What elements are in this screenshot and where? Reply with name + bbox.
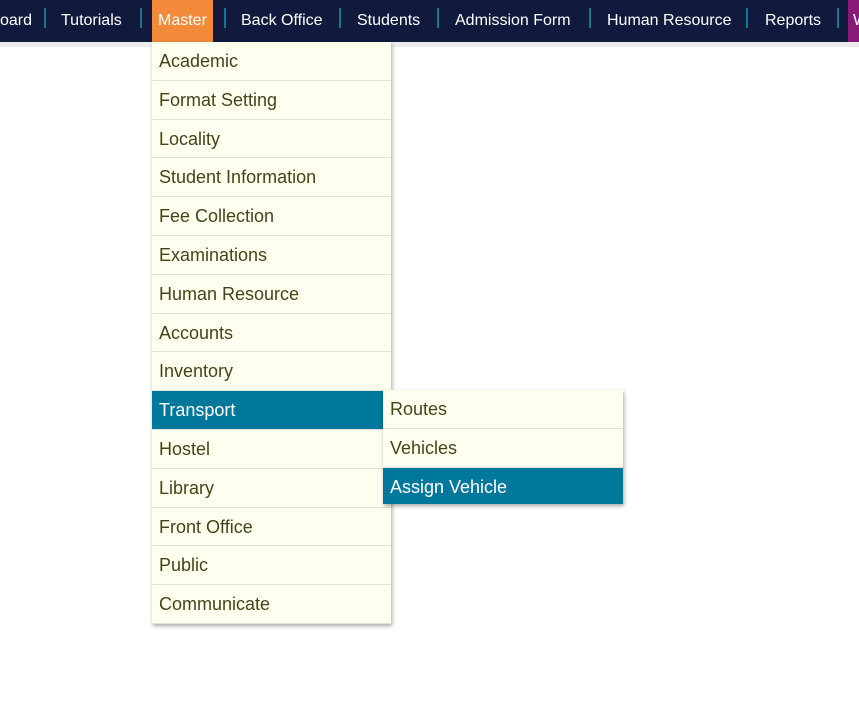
nav-separator — [339, 8, 341, 28]
menu-item-library[interactable]: Library — [152, 469, 391, 508]
nav-separator — [44, 8, 46, 28]
submenu-item-vehicles[interactable]: Vehicles — [383, 429, 623, 468]
menu-item-student-information[interactable]: Student Information — [152, 158, 391, 198]
menu-item-locality[interactable]: Locality — [152, 120, 391, 159]
nav-separator — [140, 8, 142, 28]
top-nav: oard Tutorials Master Back Office Studen… — [0, 0, 859, 42]
submenu-item-assign-vehicle[interactable]: Assign Vehicle — [383, 467, 623, 504]
menu-item-academic[interactable]: Academic — [152, 42, 391, 81]
nav-separator — [437, 8, 439, 28]
nav-admission-form[interactable]: Admission Form — [455, 0, 571, 42]
nav-back-office[interactable]: Back Office — [241, 0, 323, 42]
menu-item-accounts[interactable]: Accounts — [152, 314, 391, 353]
menu-item-fee-collection[interactable]: Fee Collection — [152, 197, 391, 236]
menu-item-inventory[interactable]: Inventory — [152, 352, 391, 392]
nav-overflow-item[interactable]: W — [848, 0, 859, 42]
menu-item-examinations[interactable]: Examinations — [152, 236, 391, 275]
menu-item-transport[interactable]: Transport — [152, 391, 391, 430]
menu-item-format-setting[interactable]: Format Setting — [152, 81, 391, 120]
menu-item-human-resource[interactable]: Human Resource — [152, 275, 391, 314]
nav-dashboard[interactable]: oard — [0, 0, 32, 42]
nav-reports[interactable]: Reports — [765, 0, 821, 42]
menu-item-public[interactable]: Public — [152, 546, 391, 586]
nav-underline — [0, 42, 859, 47]
nav-students[interactable]: Students — [357, 0, 420, 42]
master-dropdown: Academic Format Setting Locality Student… — [152, 42, 391, 624]
nav-separator — [589, 8, 591, 28]
menu-item-communicate[interactable]: Communicate — [152, 585, 391, 624]
menu-item-front-office[interactable]: Front Office — [152, 508, 391, 547]
nav-tutorials[interactable]: Tutorials — [61, 0, 122, 42]
nav-human-resource[interactable]: Human Resource — [607, 0, 732, 42]
nav-separator — [224, 8, 226, 28]
nav-separator — [837, 8, 839, 28]
nav-master[interactable]: Master — [152, 0, 213, 42]
nav-separator — [746, 8, 748, 28]
menu-item-hostel[interactable]: Hostel — [152, 430, 391, 469]
transport-submenu: Routes Vehicles Assign Vehicle — [383, 390, 623, 504]
submenu-item-routes[interactable]: Routes — [383, 390, 623, 429]
